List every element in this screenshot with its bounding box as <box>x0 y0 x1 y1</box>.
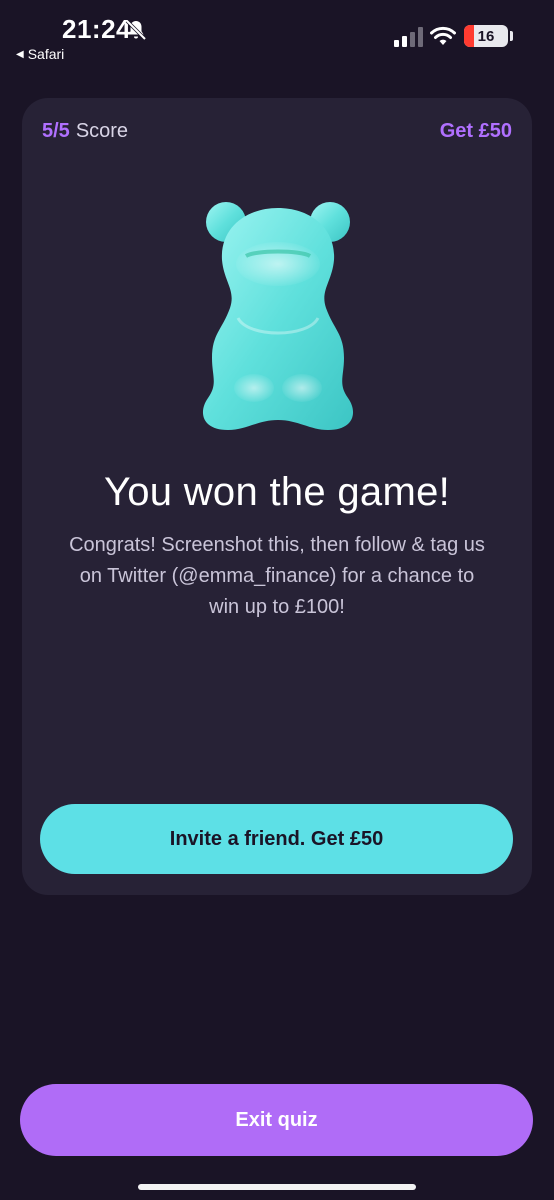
back-to-app-link[interactable]: ◀ Safari <box>16 46 64 62</box>
score-value: 5/5 <box>42 120 70 142</box>
back-arrow-icon: ◀ <box>16 48 24 60</box>
invite-friend-button[interactable]: Invite a friend. Get £50 <box>40 804 513 874</box>
result-message: Congrats! Screenshot this, then follow &… <box>69 534 485 618</box>
status-bar: 21:24 ◀ Safari 16 <box>0 0 554 70</box>
home-indicator[interactable] <box>138 1184 416 1190</box>
score: 5/5 Score <box>42 120 128 143</box>
wifi-icon <box>430 26 456 45</box>
status-time: 21:24 <box>62 14 131 44</box>
result-card: 5/5 Score Get £50 You won the game! Congr… <box>22 98 532 895</box>
back-app-label: Safari <box>27 46 65 62</box>
battery-icon: 16 <box>464 25 508 47</box>
reward-link[interactable]: Get £50 <box>440 120 512 143</box>
bell-slash-icon <box>125 19 147 41</box>
battery-level: 16 <box>477 27 495 45</box>
result-title: You won the game! <box>103 470 451 514</box>
exit-quiz-button[interactable]: Exit quiz <box>20 1084 533 1156</box>
score-label: Score <box>75 120 129 142</box>
gummy-bear-icon <box>202 202 354 430</box>
signal-icon <box>394 27 423 47</box>
